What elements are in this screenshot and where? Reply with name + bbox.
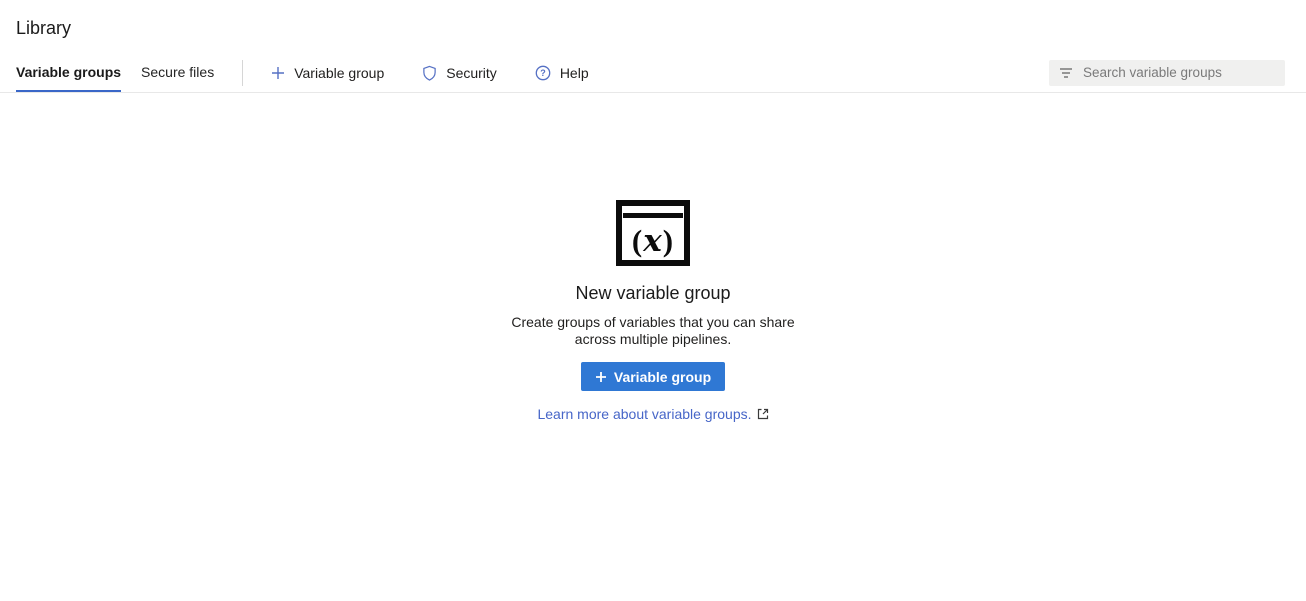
security-label: Security	[446, 65, 497, 81]
add-variable-group-button[interactable]: Variable group	[581, 362, 725, 391]
search-box	[1049, 60, 1285, 86]
external-link-icon	[757, 408, 769, 420]
learn-more-link-label: Learn more about variable groups.	[537, 406, 751, 422]
toolbar-divider	[242, 60, 243, 86]
add-variable-group-button-label: Variable group	[614, 369, 711, 385]
page-title: Library	[16, 18, 1290, 39]
tab-variable-groups-label: Variable groups	[16, 64, 121, 80]
variable-group-window-icon: (x)	[616, 200, 690, 266]
filter-icon	[1059, 67, 1073, 79]
learn-more-link[interactable]: Learn more about variable groups.	[537, 406, 768, 422]
help-label: Help	[560, 65, 589, 81]
plus-icon	[271, 66, 285, 80]
empty-state-description: Create groups of variables that you can …	[511, 314, 794, 348]
empty-state-description-line2: across multiple pipelines.	[575, 331, 731, 347]
tab-list: Variable groups Secure files	[16, 53, 234, 92]
page-header: Library	[0, 0, 1306, 53]
tab-command-bar: Variable groups Secure files Variable gr…	[0, 53, 1306, 93]
empty-state-title: New variable group	[575, 283, 730, 304]
plus-icon	[595, 371, 607, 383]
tab-variable-groups[interactable]: Variable groups	[16, 53, 121, 92]
svg-text:?: ?	[540, 68, 546, 78]
tab-secure-files[interactable]: Secure files	[141, 53, 214, 92]
add-variable-group-command[interactable]: Variable group	[271, 65, 384, 81]
tab-secure-files-label: Secure files	[141, 64, 214, 80]
search-input[interactable]	[1083, 65, 1277, 80]
variable-groups-empty-state: (x) New variable group Create groups of …	[0, 200, 1306, 422]
help-command[interactable]: ? Help	[535, 65, 589, 81]
help-circle-icon: ?	[535, 65, 551, 81]
svg-text:(x): (x)	[632, 223, 674, 259]
shield-icon	[422, 65, 437, 81]
empty-state-description-line1: Create groups of variables that you can …	[511, 314, 794, 330]
security-command[interactable]: Security	[422, 65, 497, 81]
add-variable-group-label: Variable group	[294, 65, 384, 81]
